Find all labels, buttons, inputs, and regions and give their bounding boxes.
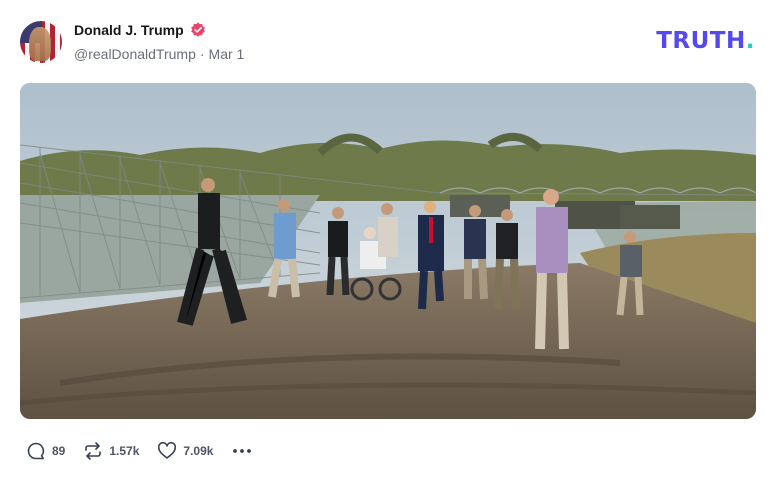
like-button[interactable]: 7.09k [157, 441, 213, 461]
avatar-portrait [29, 27, 51, 61]
photo-scene [20, 83, 756, 419]
author-handle[interactable]: @realDonaldTrump [74, 46, 196, 62]
post-date[interactable]: Mar 1 [209, 46, 245, 62]
post-actions: 89 1.57k 7.09k [26, 441, 253, 461]
reply-button[interactable]: 89 [26, 441, 65, 461]
heart-icon [158, 441, 177, 459]
verified-badge-icon [190, 22, 205, 37]
post-photo[interactable] [20, 83, 756, 419]
like-count: 7.09k [183, 444, 214, 458]
more-icon [233, 449, 252, 453]
post-meta: @realDonaldTrump · Mar 1 [74, 46, 244, 62]
author-display-name[interactable]: Donald J. Trump [74, 22, 184, 38]
retruth-icon [85, 442, 102, 460]
author-name-row: Donald J. Trump [74, 22, 206, 38]
truth-post: Donald J. Trump @realDonaldTrump · Mar 1… [0, 0, 777, 481]
meta-separator: · [199, 46, 205, 62]
comment-icon [27, 442, 45, 460]
reply-count: 89 [52, 444, 66, 458]
truth-logo[interactable]: TRUTH. [656, 28, 755, 54]
more-options-button[interactable] [231, 441, 253, 461]
truth-logo-dot: . [745, 28, 755, 54]
retruth-count: 1.57k [109, 444, 140, 458]
retruth-button[interactable]: 1.57k [83, 441, 139, 461]
truth-logo-text: TRUTH [656, 28, 746, 54]
author-avatar[interactable] [20, 21, 62, 63]
